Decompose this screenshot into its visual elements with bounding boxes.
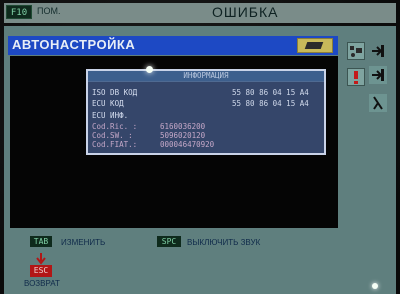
info-value-cod-ric: 6160036200 <box>160 122 206 131</box>
exit-arrow-icon <box>372 45 384 57</box>
info-label-ecu-code: ECU КОД <box>92 99 124 108</box>
top-bar <box>4 3 396 23</box>
glare-spot <box>146 66 153 73</box>
page-title: ОШИБКА <box>212 4 279 20</box>
glare-spot <box>372 283 378 289</box>
info-label-cod-fiat: Cod.FIAT.: <box>92 140 138 149</box>
help-label: ПОМ. <box>37 6 61 16</box>
info-label-cod-sw: Cod.SW. : <box>92 131 133 140</box>
f10-key[interactable]: F10 <box>6 5 32 19</box>
spc-key[interactable]: SPC <box>157 236 181 247</box>
esc-label: ВОЗВРАТ <box>24 279 60 288</box>
info-label-cod-ric: Cod.Ric. : <box>92 122 138 131</box>
info-dialog-title: ИНФОРМАЦИЯ <box>183 71 229 80</box>
alert-button[interactable] <box>347 68 365 86</box>
esc-key[interactable]: ESC <box>30 265 52 277</box>
lambda-button[interactable] <box>369 94 387 112</box>
exit-arrow-button-1[interactable] <box>369 42 387 60</box>
down-arrow-icon <box>36 253 46 265</box>
car-fault-button[interactable] <box>347 42 365 60</box>
car-fault-icon <box>350 46 362 57</box>
alert-icon <box>354 71 358 84</box>
info-value-iso-db: 55 80 86 04 15 A4 <box>232 88 309 97</box>
info-label-iso-db: ISO DB КОД <box>92 88 138 97</box>
spc-label: ВЫКЛЮЧИТЬ ЗВУК <box>187 238 261 247</box>
exit-arrow-icon <box>372 69 384 81</box>
lambda-icon <box>373 96 383 110</box>
tab-label: ИЗМЕНИТЬ <box>61 238 106 247</box>
info-value-ecu-code: 55 80 86 04 15 A4 <box>232 99 309 108</box>
info-value-cod-fiat: 000046470920 <box>160 140 215 149</box>
info-value-cod-sw: 5096020120 <box>160 131 206 140</box>
info-label-ecu-info: ECU ИНФ. <box>92 111 129 120</box>
exit-arrow-button-2[interactable] <box>369 66 387 84</box>
tab-key[interactable]: TAB <box>30 236 52 247</box>
window-title: АВТОНАСТРОЙКА <box>12 37 136 52</box>
chip-icon <box>304 42 324 49</box>
